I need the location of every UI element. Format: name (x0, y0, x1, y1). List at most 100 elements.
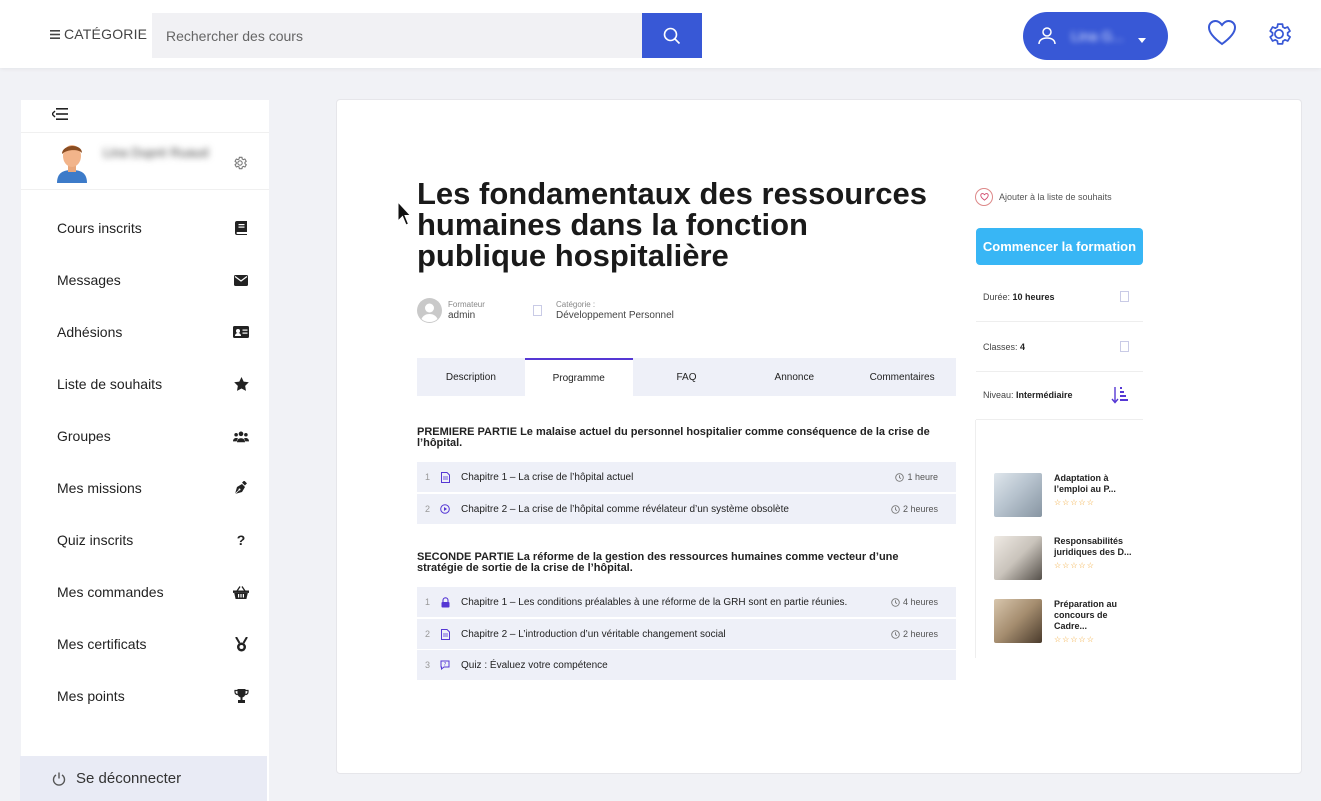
sidebar-item-label: Messages (57, 272, 121, 288)
sidebar-item-label: Mes missions (57, 480, 142, 496)
user-icon (1038, 27, 1056, 45)
lesson-duration-text: 2 heures (902, 629, 938, 639)
envelope-icon (233, 272, 249, 288)
classes-icon (1120, 341, 1129, 352)
lesson-row[interactable]: 3 ? Quiz : Évaluez votre compétence (417, 650, 956, 680)
category-label: CATÉGORIE (64, 26, 148, 42)
lesson-row[interactable]: 1 Chapitre 1 – Les conditions préalables… (417, 587, 956, 617)
tab-annonce[interactable]: Annonce (740, 358, 848, 396)
clock-icon (895, 472, 905, 482)
document-icon (439, 471, 451, 483)
sidebar-item-liste-de-souhaits[interactable]: Liste de souhaits (21, 358, 269, 410)
lock-icon (439, 596, 451, 608)
sidebar-item-adhesions[interactable]: Adhésions (21, 306, 269, 358)
lesson-row[interactable]: 2 Chapitre 2 – La crise de l’hôpital com… (417, 494, 956, 524)
settings-button[interactable] (1265, 20, 1293, 48)
lesson-duration-text: 2 heures (902, 504, 938, 514)
pen-nib-icon (233, 480, 249, 496)
profile-card: Lina Dupré Ruaud (21, 132, 269, 190)
wishlist-heart-button[interactable] (1207, 19, 1237, 47)
heart-icon (975, 188, 993, 206)
profile-name: Lina Dupré Ruaud (103, 145, 209, 160)
course-tabs: Description Programme FAQ Annonce Commen… (417, 358, 956, 396)
user-menu-button[interactable]: Lina G... (1023, 12, 1168, 60)
sidebar-item-mes-certificats[interactable]: Mes certificats (21, 618, 269, 670)
lesson-row[interactable]: 2 Chapitre 2 – L’introduction d’un vérit… (417, 619, 956, 649)
book-icon (233, 220, 249, 236)
clock-icon (891, 629, 900, 639)
lesson-number: 3 (425, 660, 431, 670)
info-duration: Durée: 10 heures (976, 272, 1143, 322)
lesson-title: Quiz : Évaluez votre compétence (461, 659, 608, 671)
related-course-thumbnail (994, 536, 1042, 580)
sidebar-item-mes-points[interactable]: Mes points (21, 670, 269, 722)
duration-icon (1120, 291, 1129, 302)
clock-icon (891, 597, 900, 607)
sidebar-item-label: Cours inscrits (57, 220, 142, 236)
id-card-icon (233, 324, 249, 340)
lesson-duration: 1 heure (895, 472, 938, 482)
sidebar-item-quiz-inscrits[interactable]: Quiz inscrits ? (21, 514, 269, 566)
tab-commentaires[interactable]: Commentaires (848, 358, 956, 396)
gear-icon (1269, 23, 1291, 45)
add-to-wishlist-button[interactable]: Ajouter à la liste de souhaits (975, 188, 1112, 206)
sidebar-collapse-button[interactable] (52, 108, 68, 120)
lesson-number: 1 (425, 597, 431, 607)
start-course-button[interactable]: Commencer la formation (976, 228, 1143, 265)
category-value[interactable]: Développement Personnel (556, 310, 674, 321)
info-level: Niveau: Intermédiaire (976, 370, 1143, 420)
sidebar-item-label: Mes commandes (57, 584, 164, 600)
sidebar-item-label: Mes points (57, 688, 125, 704)
lesson-number: 1 (425, 472, 431, 482)
related-course-item[interactable]: Responsabilités juridiques des D... ☆☆☆☆… (994, 536, 1140, 580)
lesson-duration-text: 1 heure (907, 472, 938, 482)
author-name[interactable]: admin (448, 310, 485, 321)
related-course-item[interactable]: Adaptation à l’emploi au P... ☆☆☆☆☆ (994, 473, 1140, 517)
sidebar-menu: Cours inscrits Messages Adhésions Liste … (21, 202, 269, 722)
lesson-number: 2 (425, 629, 431, 639)
course-title: Les fondamentaux des ressources humaines… (417, 176, 927, 273)
tab-programme[interactable]: Programme (524, 358, 633, 396)
category-label: Catégorie : (556, 300, 596, 309)
avatar-icon (57, 145, 87, 183)
clock-icon (891, 504, 900, 514)
author-avatar-icon (417, 298, 442, 323)
wishlist-label: Ajouter à la liste de souhaits (999, 192, 1112, 202)
star-icon (233, 376, 249, 392)
user-name: Lina G... (1071, 28, 1124, 44)
sidebar-item-groupes[interactable]: Groupes (21, 410, 269, 462)
author-label: Formateur (448, 300, 485, 309)
info-label: Niveau: (983, 389, 1014, 400)
rating-stars: ☆☆☆☆☆ (1054, 635, 1095, 644)
info-classes: Classes: 4 (976, 322, 1143, 372)
search-button[interactable] (642, 13, 702, 58)
medal-icon (233, 636, 249, 652)
search-input[interactable] (152, 13, 642, 58)
tab-description[interactable]: Description (417, 358, 525, 396)
lesson-title: Chapitre 1 – Les conditions préalables à… (461, 596, 848, 608)
sidebar-item-mes-missions[interactable]: Mes missions (21, 462, 269, 514)
related-course-title: Adaptation à l’emploi au P... (1054, 473, 1116, 494)
info-label: Classes: (983, 341, 1018, 352)
svg-text:?: ? (444, 662, 447, 668)
lesson-row[interactable]: 1 Chapitre 1 – La crise de l’hôpital act… (417, 462, 956, 492)
lesson-duration: 2 heures (891, 504, 938, 514)
lesson-duration: 2 heures (891, 629, 938, 639)
related-course-thumbnail (994, 473, 1042, 517)
profile-settings-button[interactable] (232, 155, 248, 171)
gear-icon (234, 156, 247, 170)
sidebar-item-mes-commandes[interactable]: Mes commandes (21, 566, 269, 618)
related-course-item[interactable]: Préparation au concours de Cadre... ☆☆☆☆… (994, 599, 1140, 644)
power-icon (52, 772, 66, 786)
info-value: 10 heures (1012, 291, 1055, 302)
tab-faq[interactable]: FAQ (633, 358, 741, 396)
avatar[interactable] (55, 141, 89, 183)
sidebar-item-messages[interactable]: Messages (21, 254, 269, 306)
category-menu-button[interactable]: CATÉGORIE (50, 26, 147, 42)
sidebar-item-cours-inscrits[interactable]: Cours inscrits (21, 202, 269, 254)
rating-stars: ☆☆☆☆☆ (1054, 498, 1095, 507)
info-value: Intermédiaire (1016, 389, 1073, 400)
related-course-thumbnail (994, 599, 1042, 643)
users-icon (233, 428, 249, 444)
logout-button[interactable]: Se déconnecter (20, 756, 267, 801)
